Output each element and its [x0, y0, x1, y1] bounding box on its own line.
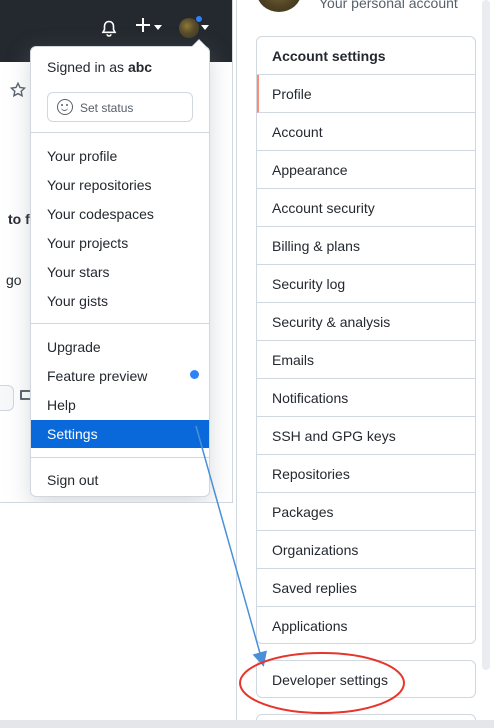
menu-item-your-codespaces[interactable]: Your codespaces — [31, 201, 209, 227]
menu-item-your-stars[interactable]: Your stars — [31, 259, 209, 285]
menu-item-feature-preview[interactable]: Feature preview — [31, 363, 209, 389]
bell-icon[interactable] — [101, 20, 117, 38]
background-partial-text: go — [6, 272, 22, 288]
settings-item-profile[interactable]: Profile — [257, 75, 475, 113]
divider — [31, 323, 209, 324]
settings-item-saved-replies[interactable]: Saved replies — [257, 569, 475, 607]
avatar — [257, 0, 301, 12]
settings-item-repositories[interactable]: Repositories — [257, 455, 475, 493]
divider — [31, 132, 209, 133]
github-window: to f go Signed in as abc Set status Your… — [0, 0, 233, 503]
username: abc — [127, 59, 153, 75]
settings-item-account[interactable]: Account — [257, 113, 475, 151]
settings-item-notifications[interactable]: Notifications — [257, 379, 475, 417]
menu-item-settings[interactable]: Settings — [31, 420, 209, 448]
menu-item-help[interactable]: Help — [31, 392, 209, 418]
avatar-chevron-down-icon[interactable] — [201, 25, 209, 30]
background-partial-text: to f — [8, 211, 30, 227]
settings-item-applications[interactable]: Applications — [257, 607, 475, 643]
settings-item-billing-plans[interactable]: Billing & plans — [257, 227, 475, 265]
signed-in-label: Signed in as abc — [47, 59, 152, 75]
feature-preview-dot — [190, 370, 199, 379]
background-button[interactable] — [0, 385, 14, 411]
settings-item-emails[interactable]: Emails — [257, 341, 475, 379]
menu-item-sign-out[interactable]: Sign out — [31, 467, 209, 493]
menu-item-your-projects[interactable]: Your projects — [31, 230, 209, 256]
scrollbar[interactable] — [482, 0, 490, 670]
personal-account-caption: Your personal account — [319, 0, 458, 11]
menu-item-your-gists[interactable]: Your gists — [31, 288, 209, 314]
create-chevron-down-icon[interactable] — [154, 25, 162, 30]
set-status-label: Set status — [80, 101, 134, 115]
settings-item-security-analysis[interactable]: Security & analysis — [257, 303, 475, 341]
menu-item-upgrade[interactable]: Upgrade — [31, 334, 209, 360]
plus-icon[interactable] — [135, 17, 151, 33]
set-status-button[interactable]: Set status — [47, 92, 193, 122]
settings-window: Your personal account Account settings P… — [236, 0, 494, 728]
divider — [31, 457, 209, 458]
settings-sidebar-header: Account settings — [257, 37, 475, 75]
settings-item-ssh-gpg-keys[interactable]: SSH and GPG keys — [257, 417, 475, 455]
developer-settings-link[interactable]: Developer settings — [256, 660, 476, 698]
menu-item-your-profile[interactable]: Your profile — [31, 143, 209, 169]
developer-settings-label: Developer settings — [272, 672, 388, 688]
signed-in-prefix: Signed in as — [47, 59, 128, 75]
notification-dot — [195, 15, 203, 23]
user-dropdown-menu: Signed in as abc Set status Your profile… — [30, 39, 210, 497]
menu-item-your-repositories[interactable]: Your repositories — [31, 172, 209, 198]
settings-sidebar: Account settings Profile Account Appeara… — [256, 36, 476, 644]
settings-item-packages[interactable]: Packages — [257, 493, 475, 531]
settings-item-account-security[interactable]: Account security — [257, 189, 475, 227]
smiley-icon — [57, 99, 73, 115]
settings-item-appearance[interactable]: Appearance — [257, 151, 475, 189]
window-bottom-edge — [0, 720, 494, 728]
star-icon[interactable] — [10, 82, 26, 98]
settings-item-security-log[interactable]: Security log — [257, 265, 475, 303]
settings-item-organizations[interactable]: Organizations — [257, 531, 475, 569]
